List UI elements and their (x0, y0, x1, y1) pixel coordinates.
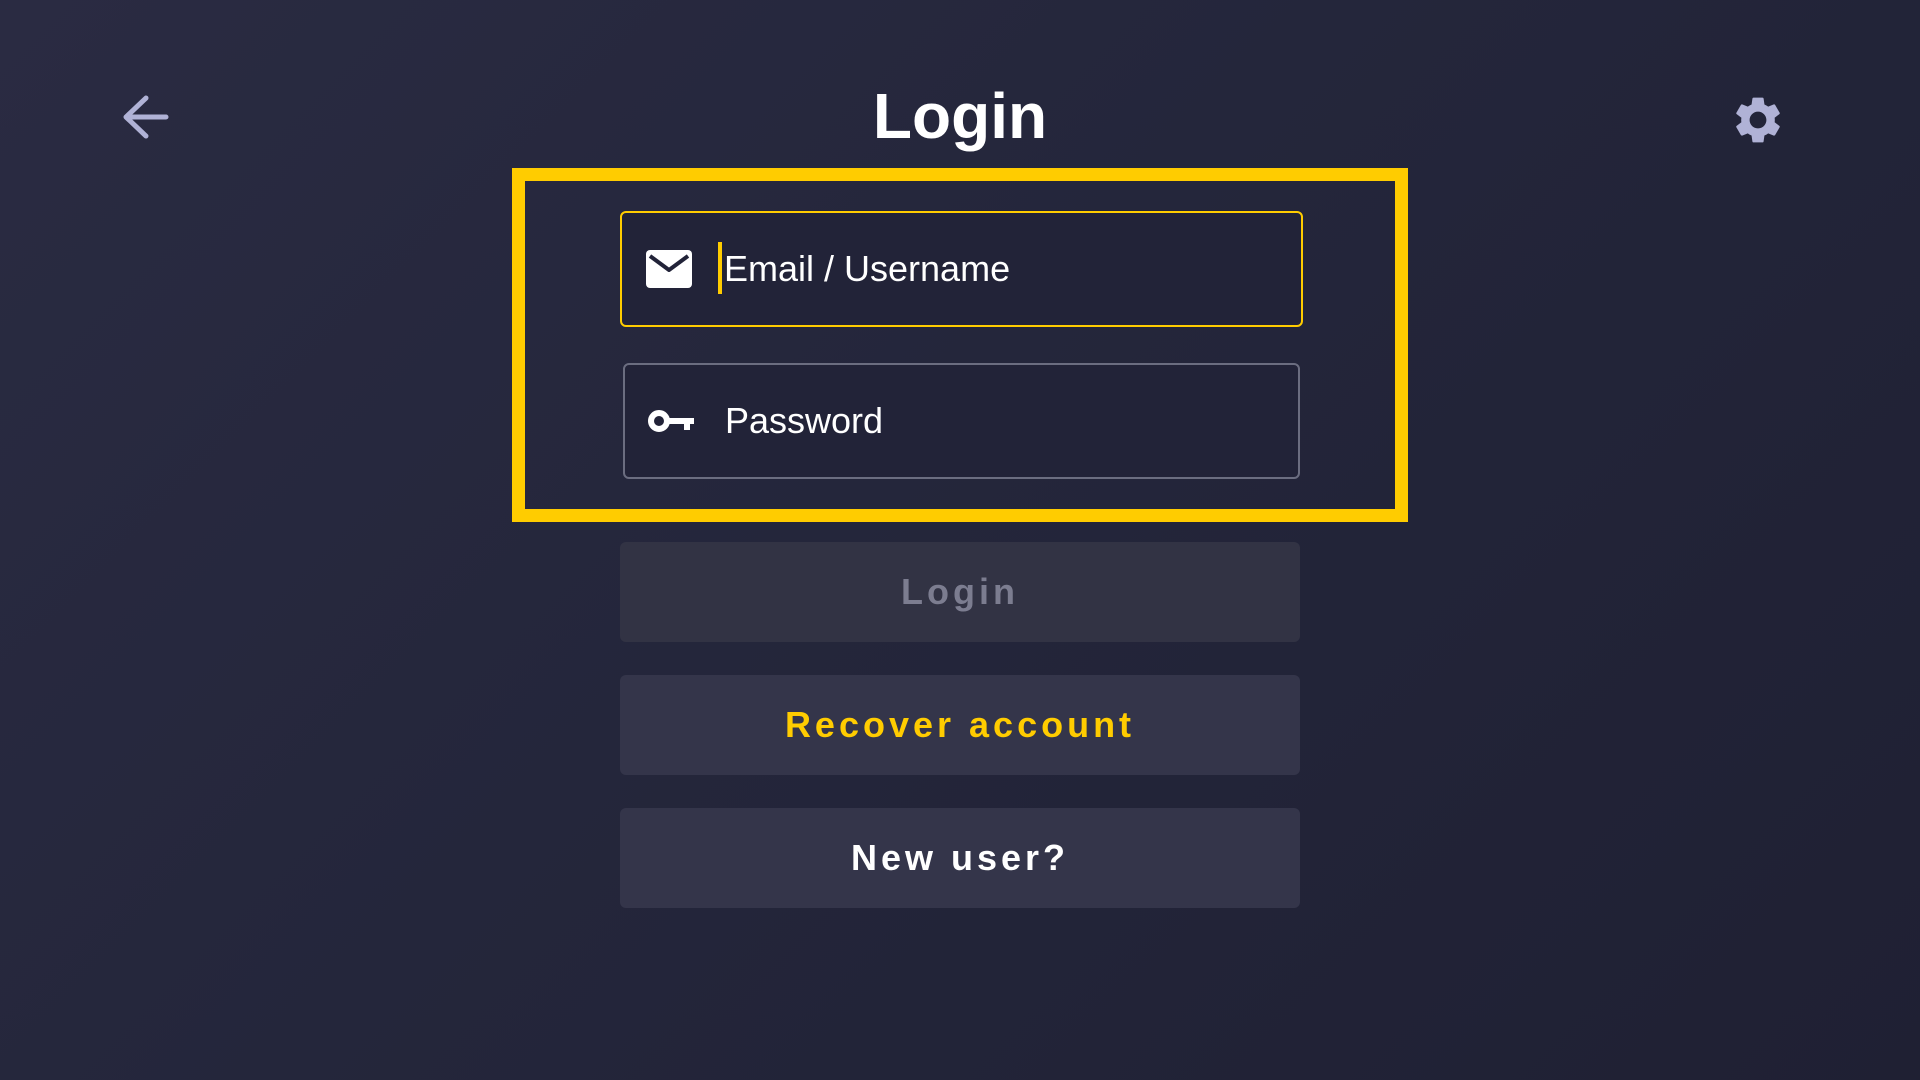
recover-account-button[interactable]: Recover account (620, 675, 1300, 775)
new-user-button[interactable]: New user? (620, 808, 1300, 908)
settings-button[interactable] (1728, 92, 1788, 152)
email-placeholder: Email / Username (718, 242, 1011, 294)
key-icon (647, 399, 697, 443)
email-field[interactable]: Email / Username (620, 211, 1303, 327)
envelope-icon (644, 247, 694, 291)
text-caret (718, 242, 722, 294)
gear-icon (1730, 92, 1786, 153)
page-title: Login (872, 80, 1048, 152)
password-placeholder: Password (725, 400, 884, 441)
email-placeholder-text: Email / Username (724, 248, 1011, 289)
password-field[interactable]: Password (623, 363, 1300, 479)
login-button[interactable]: Login (620, 542, 1300, 642)
